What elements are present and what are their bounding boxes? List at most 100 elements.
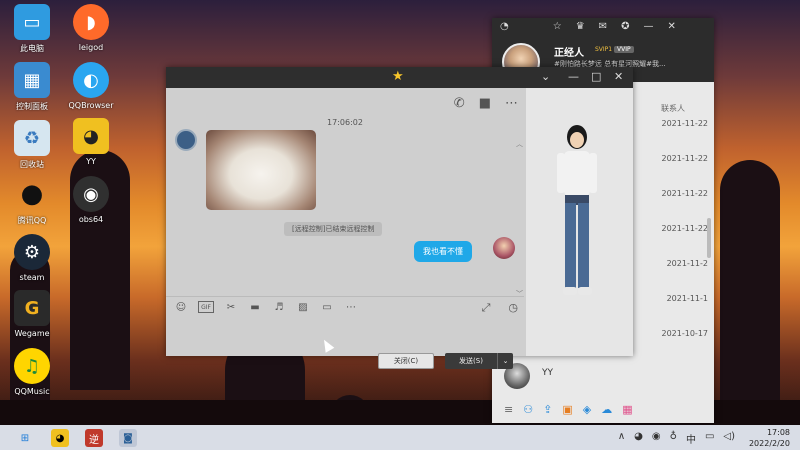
desktop-icon-recycle-bin[interactable]: ♻ 回收站 [4,120,60,170]
gamepad-icon[interactable]: ◈ [583,403,591,416]
upload-icon[interactable]: ⇪ [543,403,552,416]
my-avatar[interactable] [493,237,515,259]
chat-title-bar[interactable]: ★ ⌄ — □ ✕ [166,67,633,88]
conversation-date: 2021-10-17 [661,329,709,338]
maximize-icon[interactable]: □ [591,70,601,83]
phone-icon[interactable]: ✆ [454,96,465,111]
message-timestamp: 17:06:02 [327,118,363,127]
recycle-bin-icon: ♻ [14,120,50,156]
qq-header-icons: ◔ ☆ ♛ ✉ ✪ — ✕ [500,21,676,32]
desktop-icon-label: leigod [78,43,104,52]
input-toolbar-right: ⤢ ◷ [482,301,518,315]
clock-time: 17:08 [766,428,790,437]
desktop-icon-leigod[interactable]: ◗ leigod [63,4,119,52]
cloud-icon[interactable]: ☁ [601,403,612,416]
send-button[interactable]: 发送(S) ⌄ [445,353,513,369]
send-button-label: 发送(S) [459,357,483,365]
desktop-icon-qq[interactable]: ● 腾讯QQ [4,176,60,226]
volume-icon[interactable]: ◁) [723,431,735,446]
taskbar-yy-icon[interactable]: ◕ [51,429,69,447]
more-icon[interactable]: ⋯ [505,96,518,111]
app-icon[interactable]: ✪ [621,21,629,32]
history-icon[interactable]: ◷ [508,301,518,315]
desktop-icon-control-panel[interactable]: ▦ 控制面板 [4,62,60,112]
desktop-icon-label: 此电脑 [20,44,44,53]
friend-avatar[interactable] [175,129,197,151]
desktop-icon-label: 回收站 [20,160,44,169]
chevron-up-icon[interactable]: ︿ [516,139,523,149]
more-icon[interactable]: ⋯ [344,301,358,313]
mail-icon[interactable]: ✉ [599,21,607,32]
desktop-icon-obs[interactable]: ◉ obs64 [63,176,119,224]
apps-icon[interactable]: ▦ [622,403,632,416]
minimize-icon[interactable]: — [568,70,579,83]
star-icon[interactable]: ☆ [553,21,562,32]
close-icon[interactable]: ✕ [667,21,675,32]
tray-yy-icon[interactable]: ◕ [634,431,643,446]
desktop-icon-steam[interactable]: ⚙ steam [4,234,60,282]
minimize-icon[interactable]: — [643,21,653,32]
star-icon: ★ [392,69,404,84]
qq-bottom-bar: ≡ ⚇ ⇪ ▣ ◈ ☁ ▦ [492,395,714,423]
microphone-icon[interactable]: ♁ [670,431,677,446]
dog-image-message[interactable] [206,130,316,210]
chat-side-show-panel [526,88,633,356]
clock-date: 2022/2/20 [748,439,790,448]
taskbar-clock[interactable]: 17:08 2022/2/20 [749,427,790,449]
bell-icon[interactable]: ◔ [500,21,509,32]
shirt-icon[interactable]: ♛ [576,21,585,32]
vip-badge: SVIP1 [595,46,613,53]
close-icon[interactable]: ✕ [614,70,623,83]
avatar-character-figure [557,125,597,295]
chevron-down-icon[interactable]: ⌄ [541,70,550,83]
tray-app-icon[interactable]: ◉ [652,431,661,446]
taskbar-qq-chat-icon[interactable]: ◙ [119,429,137,447]
scissors-icon[interactable]: ✂ [224,301,238,313]
conversation-date: 2021-11-22 [661,119,709,128]
desktop-icon-label: Wegame [14,329,50,338]
contact-row-yy[interactable]: YY [492,358,714,394]
message-scrollbar[interactable]: ︿ ﹀ [516,139,523,299]
control-panel-icon: ▦ [14,62,50,98]
tab-contacts[interactable]: 联系人 [632,103,714,114]
level-badge: VVIP [614,46,634,53]
list-scrollbar[interactable] [707,218,711,258]
expand-icon[interactable]: ⤢ [482,301,491,315]
start-button[interactable]: ⊞ [16,429,34,447]
image-icon[interactable]: ▨ [296,301,310,313]
desktop-icon-label: steam [19,273,45,282]
ime-indicator[interactable]: 中 [686,431,696,446]
my-message-bubble: 我也看不懂 [414,241,472,262]
screen-icon[interactable]: ▭ [320,301,334,313]
desktop-icon-computer[interactable]: ▭ 此电脑 [4,4,60,54]
conversation-date: 2021-11-22 [661,189,709,198]
desktop-icon-label: obs64 [78,215,104,224]
music-icon[interactable]: ♬ [272,301,286,313]
chevron-down-icon[interactable]: ﹀ [516,289,523,299]
chevron-down-icon[interactable]: ⌄ [497,353,513,369]
leigod-icon: ◗ [73,4,109,40]
contact-name: YY [542,368,553,378]
desktop-icon-label: 控制面板 [16,102,48,111]
desktop-icon-qqmusic[interactable]: ♫ QQMusic [4,348,60,396]
emoji-icon[interactable]: ☺ [174,301,188,313]
contacts-manager-icon[interactable]: ⚇ [523,403,533,416]
conversation-date: 2021-11-22 [661,154,709,163]
gif-icon[interactable]: GIF [198,301,214,313]
video-icon[interactable]: ■ [479,96,491,111]
desktop-icon-yy[interactable]: ◕ YY [63,118,119,166]
network-icon[interactable]: ▭ [705,431,714,446]
desktop-icon-label: YY [86,157,96,166]
desktop-icon-label: 腾讯QQ [17,216,47,225]
desktop-icon-qqbrowser[interactable]: ◐ QQBrowser [63,62,119,110]
chevron-up-icon[interactable]: ∧ [618,431,625,446]
close-button[interactable]: 关闭(C) [378,353,434,369]
folder-icon[interactable]: ▬ [248,301,262,313]
games-icon[interactable]: ▣ [562,403,572,416]
conversation-date: 2021-11-22 [661,224,709,233]
desktop-icon-wegame[interactable]: G Wegame [4,290,60,338]
system-notice: [远程控制]已结束远程控制 [284,222,383,236]
menu-icon[interactable]: ≡ [504,403,513,416]
qqbrowser-icon: ◐ [73,62,109,98]
taskbar-app-icon[interactable]: 逆 [85,429,103,447]
